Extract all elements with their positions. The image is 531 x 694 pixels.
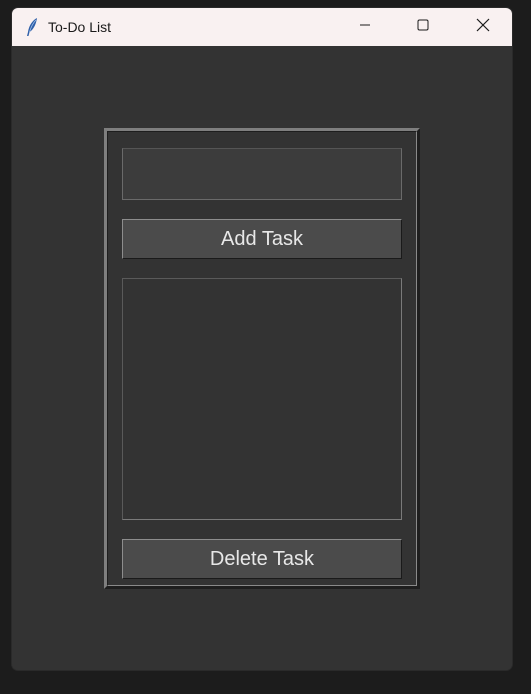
minimize-button[interactable] <box>336 8 394 46</box>
close-button[interactable] <box>454 8 512 46</box>
window-content: Add Task Delete Task <box>12 46 512 670</box>
task-frame: Add Task Delete Task <box>104 128 420 589</box>
app-window: To-Do List Add Task Delete Task <box>12 8 512 670</box>
delete-task-button[interactable]: Delete Task <box>122 539 402 579</box>
feather-icon <box>24 17 40 37</box>
frame-inner-border: Add Task Delete Task <box>107 131 417 586</box>
task-listbox[interactable] <box>122 278 402 520</box>
task-input[interactable] <box>122 148 402 200</box>
title-bar[interactable]: To-Do List <box>12 8 512 46</box>
minimize-icon <box>359 18 371 36</box>
maximize-icon <box>417 18 429 36</box>
add-task-button[interactable]: Add Task <box>122 219 402 259</box>
maximize-button[interactable] <box>394 8 452 46</box>
window-title: To-Do List <box>48 19 112 35</box>
close-icon <box>476 18 490 37</box>
